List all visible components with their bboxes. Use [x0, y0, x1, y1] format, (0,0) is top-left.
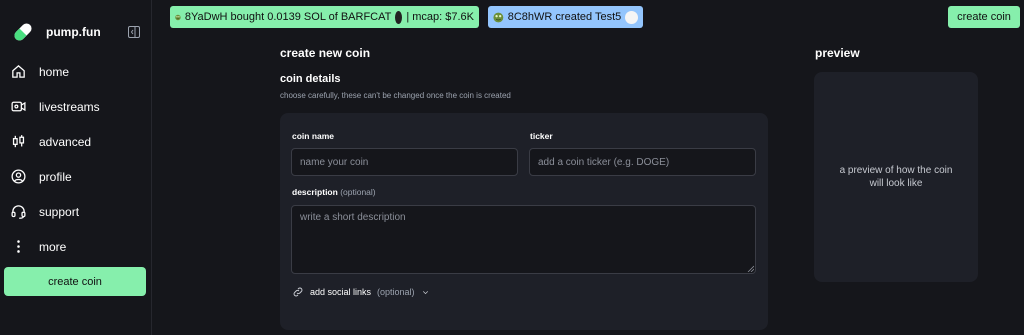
description-optional-text: (optional)	[340, 187, 376, 197]
section-subtitle: choose carefully, these can't be changed…	[280, 91, 511, 100]
sidebar-item-label: profile	[39, 169, 72, 184]
social-links-label: add social links	[310, 287, 372, 297]
preview-panel: a preview of how the coin will look like	[814, 72, 978, 282]
ticker-create-text: 8C8hWR created Test5	[507, 11, 622, 23]
add-social-links-toggle[interactable]: add social links (optional)	[292, 286, 430, 298]
sidebar: pump.fun home livestreams advanced profi…	[0, 0, 152, 335]
collapse-sidebar-icon[interactable]	[128, 26, 140, 38]
sidebar-create-coin-button[interactable]: create coin	[4, 267, 146, 296]
frog-avatar-icon	[493, 12, 504, 22]
pill-logo-icon	[14, 23, 32, 41]
brand-name: pump.fun	[46, 25, 101, 39]
sidebar-item-home[interactable]: home	[0, 54, 152, 89]
ticker-buy-mcap: | mcap: $7.6K	[406, 11, 474, 23]
preview-title: preview	[815, 46, 860, 60]
preview-placeholder-text: a preview of how the coin will look like	[839, 164, 953, 190]
sidebar-nav: home livestreams advanced profile suppor…	[0, 54, 152, 264]
sidebar-item-label: home	[39, 64, 70, 79]
link-icon	[293, 287, 303, 297]
social-links-optional: (optional)	[377, 287, 415, 297]
home-icon	[10, 63, 27, 80]
sidebar-item-label: advanced	[39, 134, 92, 149]
sidebar-item-support[interactable]: support	[0, 194, 152, 229]
sidebar-item-label: support	[39, 204, 80, 219]
sidebar-item-profile[interactable]: profile	[0, 159, 152, 194]
ticker-buy[interactable]: 8YaDwH bought 0.0139 SOL of BARFCAT | mc…	[170, 6, 479, 28]
sidebar-item-livestreams[interactable]: livestreams	[0, 89, 152, 124]
header-create-coin-button[interactable]: create coin	[948, 6, 1020, 28]
video-icon	[10, 98, 27, 115]
sidebar-item-label: more	[39, 239, 67, 254]
sidebar-item-label: livestreams	[39, 99, 100, 114]
sidebar-item-more[interactable]: more	[0, 229, 152, 264]
ticker-input[interactable]	[529, 148, 756, 176]
headset-icon	[10, 203, 27, 220]
coin-avatar-icon	[625, 10, 638, 24]
chevron-down-icon	[422, 290, 428, 294]
candlestick-icon	[10, 133, 27, 150]
page-title: create new coin	[280, 46, 371, 60]
ticker-buy-text: 8YaDwH bought 0.0139 SOL of BARFCAT	[184, 11, 392, 23]
section-title: coin details	[280, 73, 341, 85]
description-label-text: description	[292, 187, 338, 197]
more-vertical-icon	[10, 238, 27, 255]
coin-name-label: coin name	[292, 131, 335, 141]
frog-avatar-icon	[175, 14, 181, 20]
sidebar-item-advanced[interactable]: advanced	[0, 124, 152, 159]
description-textarea[interactable]	[291, 205, 756, 274]
resize-grip-icon[interactable]	[747, 265, 754, 272]
coin-name-input[interactable]	[291, 148, 518, 176]
brand[interactable]: pump.fun	[10, 18, 101, 46]
ticker-label: ticker	[530, 131, 553, 141]
description-label: description (optional)	[292, 187, 376, 197]
user-circle-icon	[10, 168, 27, 185]
coin-avatar-icon	[395, 10, 403, 24]
ticker-create[interactable]: 8C8hWR created Test5	[488, 6, 643, 28]
